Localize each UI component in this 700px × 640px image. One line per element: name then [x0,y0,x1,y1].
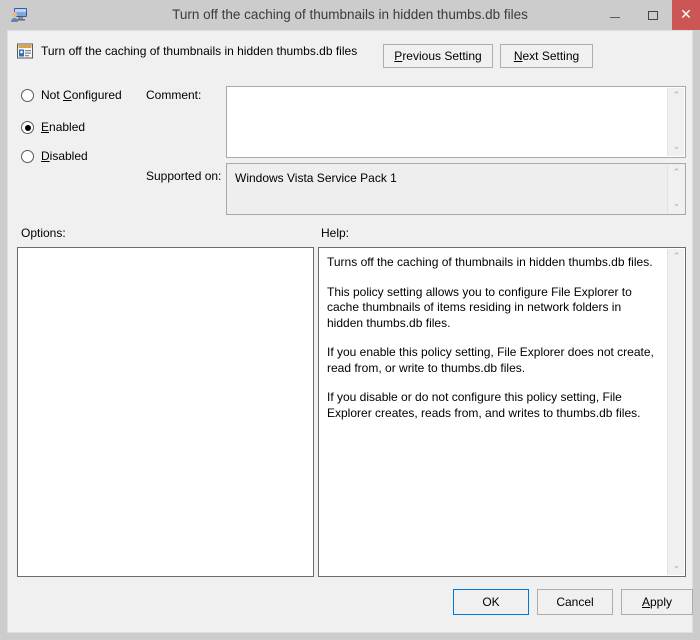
policy-setting-title: Turn off the caching of thumbnails in hi… [41,44,358,58]
minimize-button[interactable] [596,0,634,30]
radio-disabled-mark [21,150,34,163]
radio-not-configured-label: Not Configured [41,88,122,102]
help-label: Help: [321,226,350,240]
radio-enabled-label: Enabled [41,120,86,134]
help-text: Turns off the caching of thumbnails in h… [319,248,667,428]
comment-scrollbar[interactable]: ⌃ ⌄ [667,88,684,156]
close-button[interactable]: ✕ [672,0,700,30]
help-paragraph: This policy setting allows you to config… [327,284,632,330]
help-paragraph: If you disable or do not configure this … [327,390,641,420]
previous-setting-button[interactable]: Previous Setting [383,44,493,68]
help-paragraph: If you enable this policy setting, File … [327,345,654,375]
policy-setting-icon [16,42,34,60]
scroll-up-icon[interactable]: ⌃ [668,165,685,182]
supported-on-label: Supported on: [146,169,222,183]
comment-input[interactable]: ⌃ ⌄ [226,86,686,158]
next-setting-button[interactable]: Next Setting [500,44,593,68]
supported-on-field: Windows Vista Service Pack 1 ⌃ ⌄ [226,163,686,215]
group-policy-computer-icon [10,6,28,24]
ok-button[interactable]: OK [453,589,529,615]
scroll-up-icon[interactable]: ⌃ [668,88,685,105]
supported-on-value: Windows Vista Service Pack 1 [235,171,397,185]
scroll-down-icon[interactable]: ⌄ [668,196,685,213]
help-panel: Turns off the caching of thumbnails in h… [318,247,686,577]
scroll-down-icon[interactable]: ⌄ [668,558,685,575]
scroll-up-icon[interactable]: ⌃ [668,249,685,266]
window-title: Turn off the caching of thumbnails in hi… [172,7,528,22]
policy-setting-dialog-window: Turn off the caching of thumbnails in hi… [0,0,700,640]
apply-button[interactable]: Apply [621,589,693,615]
options-panel[interactable] [17,247,314,577]
minimize-icon [596,0,634,30]
maximize-icon [634,0,672,30]
help-paragraph: Turns off the caching of thumbnails in h… [327,255,653,269]
supported-on-scrollbar[interactable]: ⌃ ⌄ [667,165,684,213]
comment-label: Comment: [146,88,202,102]
cancel-button[interactable]: Cancel [537,589,613,615]
title-bar: Turn off the caching of thumbnails in hi… [0,0,700,30]
help-scrollbar[interactable]: ⌃ ⌄ [667,249,684,575]
radio-disabled-label: Disabled [41,149,88,163]
close-icon: ✕ [680,7,692,23]
maximize-button[interactable] [634,0,672,30]
options-label: Options: [21,226,66,240]
radio-not-configured-mark [21,89,34,102]
scroll-down-icon[interactable]: ⌄ [668,139,685,156]
dialog-client-area: Turn off the caching of thumbnails in hi… [7,30,693,633]
radio-enabled-mark [21,121,34,134]
